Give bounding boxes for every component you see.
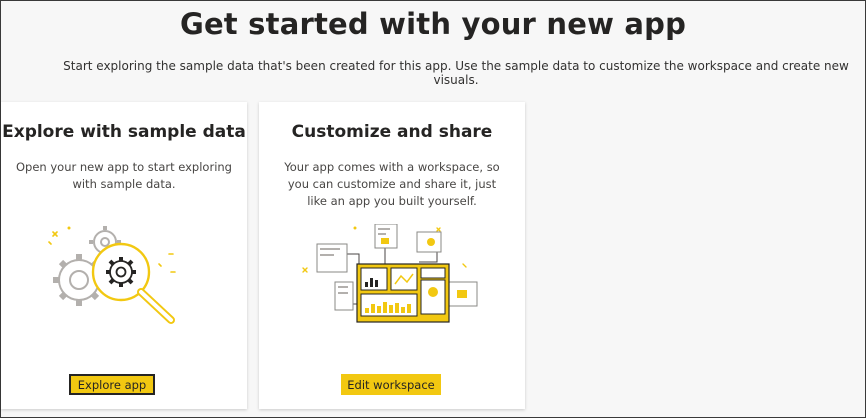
explore-card-title: Explore with sample data: [2, 122, 246, 142]
dashboard-reports-icon: [302, 224, 478, 323]
page-subtitle: Start exploring the sample data that's b…: [63, 59, 849, 87]
edit-workspace-button[interactable]: Edit workspace: [341, 374, 441, 395]
page-title: Get started with your new app: [179, 7, 687, 41]
customize-card-description: Your app comes with a workspace, so you …: [284, 160, 500, 208]
explore-card-description: Open your new app to start exploring wit…: [16, 160, 232, 191]
magnifier-gears-icon: [48, 226, 176, 324]
explore-app-button[interactable]: Explore app: [69, 374, 155, 395]
app-frame: Get started with your new app Start expl…: [0, 0, 866, 418]
explore-card: Explore with sample data Open your new a…: [1, 102, 247, 409]
customize-card: Customize and share Your app comes with …: [259, 102, 525, 409]
customize-card-title: Customize and share: [291, 122, 493, 142]
